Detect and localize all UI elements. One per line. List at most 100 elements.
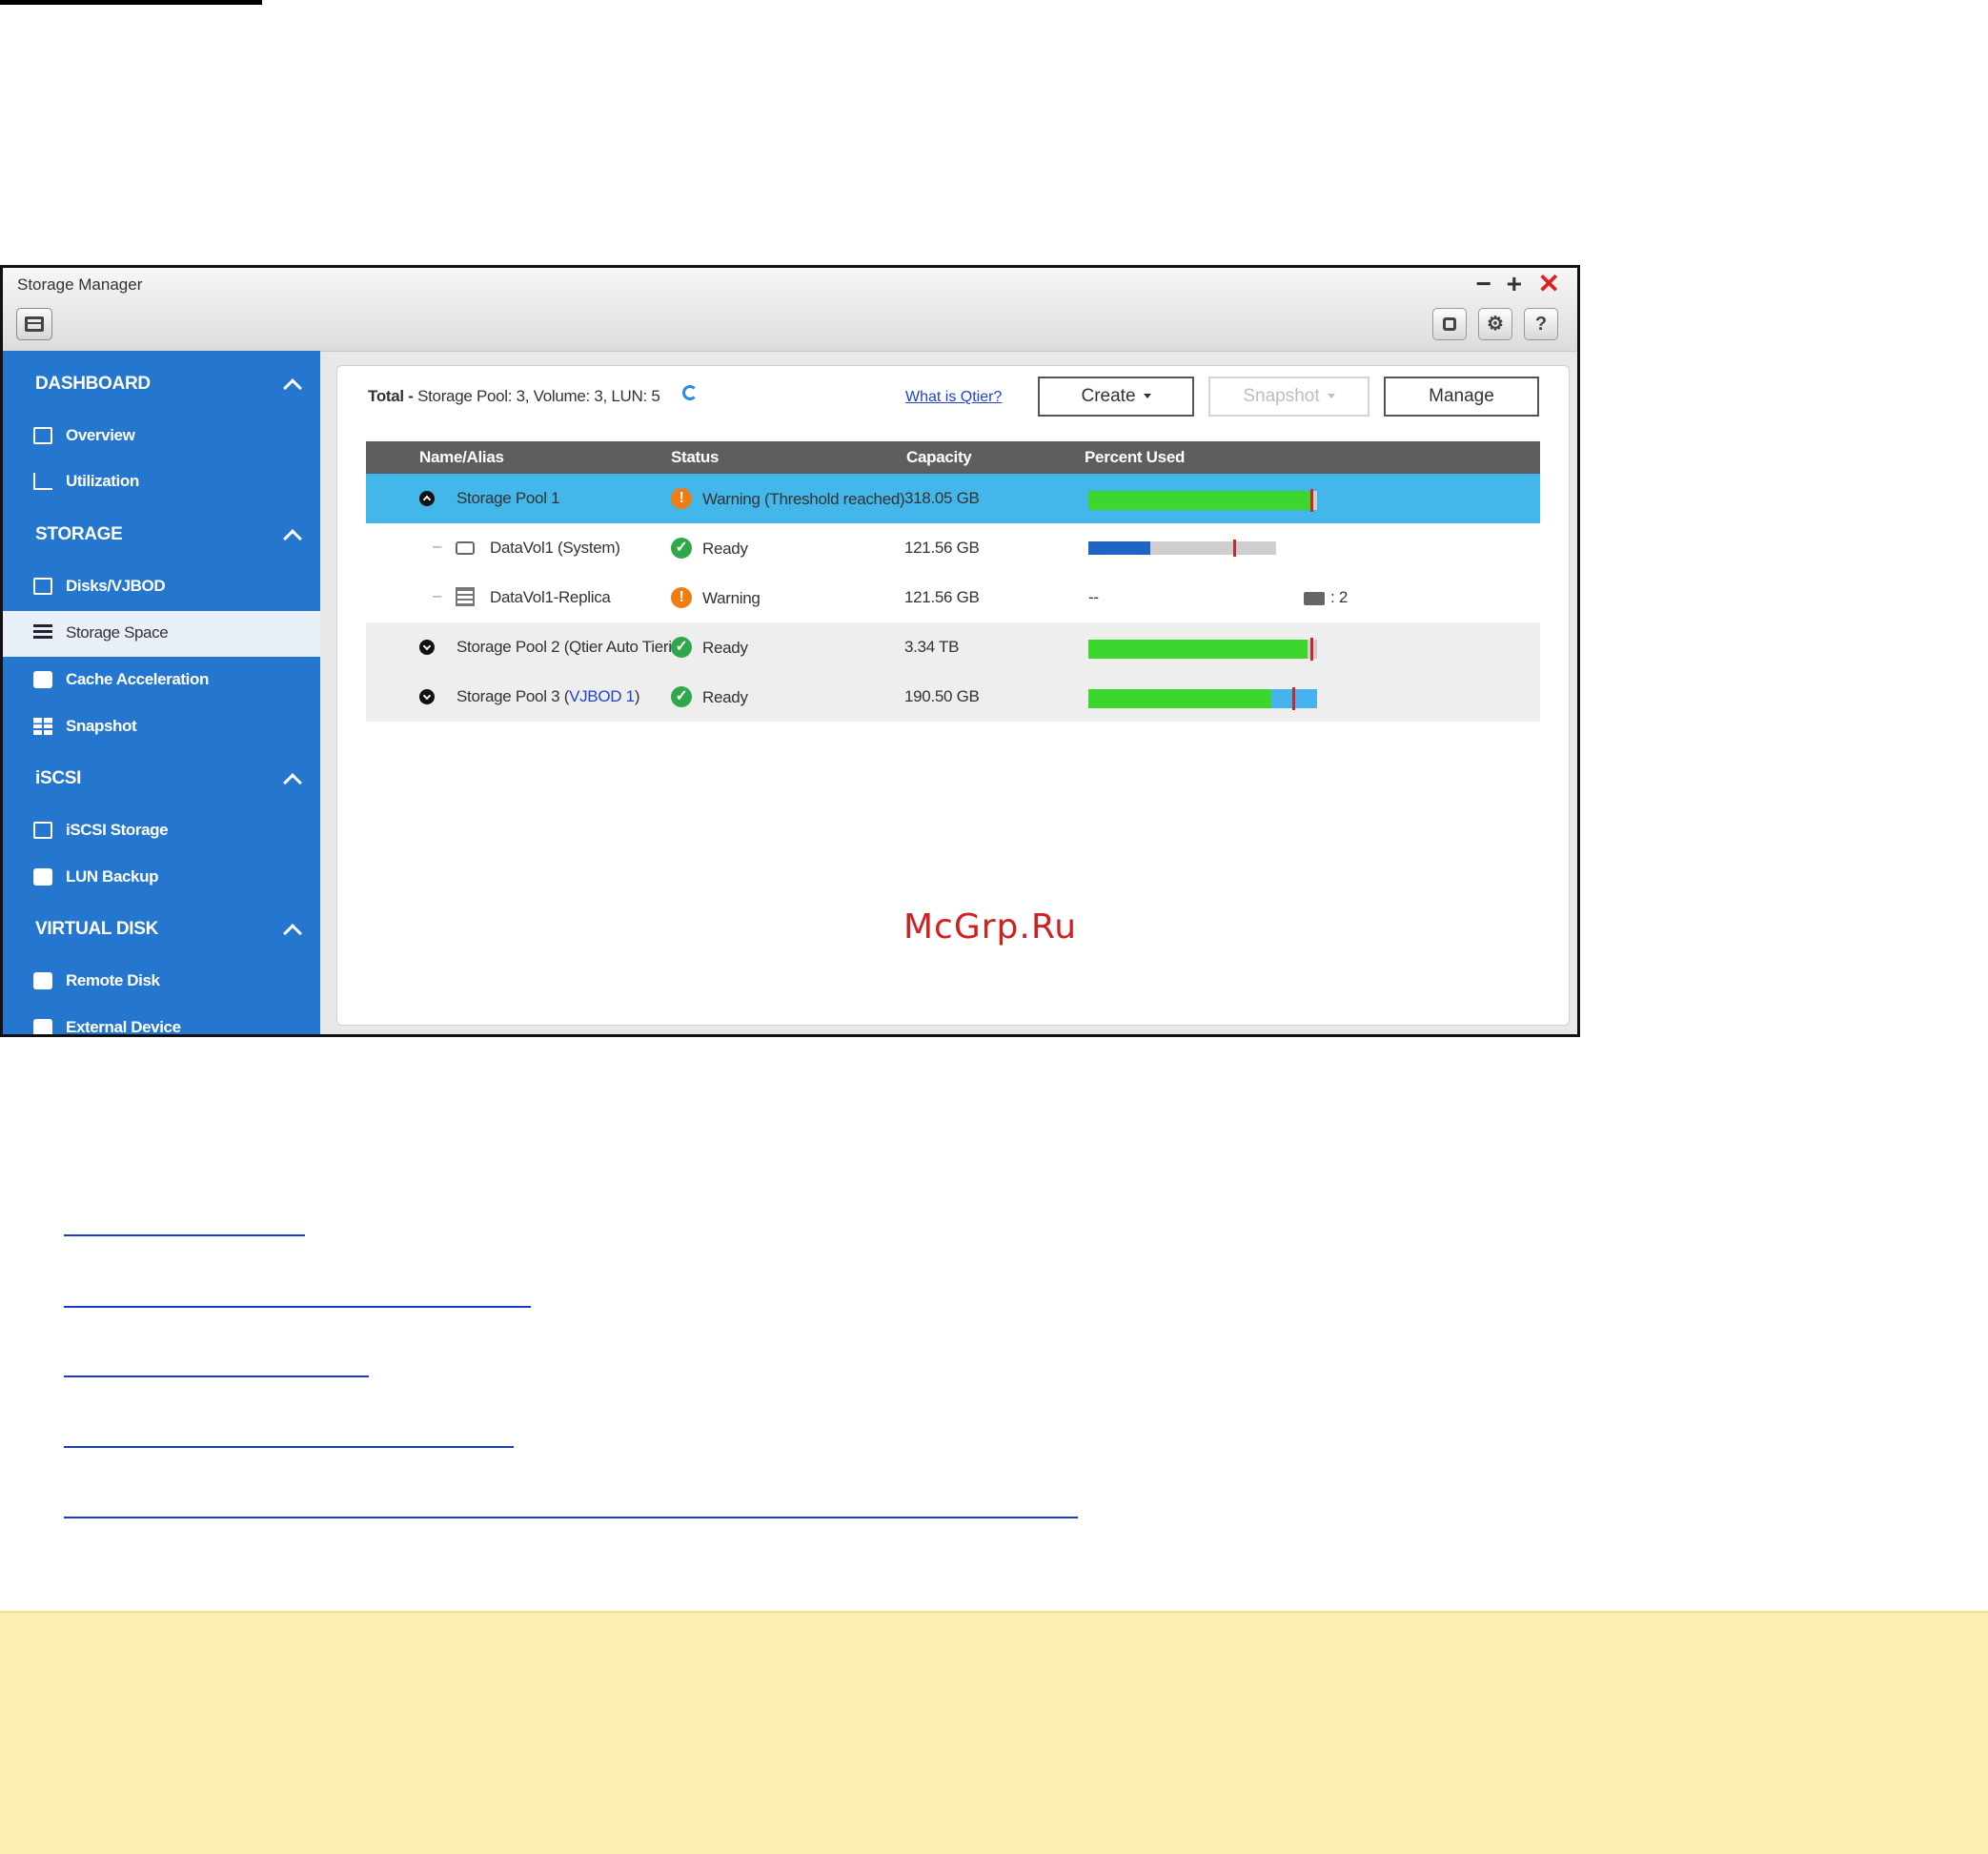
used-fill xyxy=(1088,689,1271,708)
minimize-button[interactable]: − xyxy=(1476,270,1491,298)
lun-backup-icon xyxy=(33,868,52,886)
used-fill xyxy=(1088,491,1310,510)
row-status: Warning (Threshold reached) xyxy=(702,490,904,508)
row-name-suffix: ) xyxy=(634,687,640,705)
threshold-marker xyxy=(1232,540,1236,557)
column-header[interactable]: Name/Alias xyxy=(366,441,671,474)
iscsi-storage-icon xyxy=(33,822,52,839)
tree-dash: – xyxy=(433,537,442,555)
percent-used-bar xyxy=(1088,489,1317,512)
row-capacity: 121.56 GB xyxy=(904,588,980,606)
sidebar-item-overview[interactable]: Overview xyxy=(3,414,320,459)
sidebar-item-cache-acceleration[interactable]: Cache Acceleration xyxy=(3,658,320,703)
sidebar-item-disks-vjbod[interactable]: Disks/VJBOD xyxy=(3,564,320,610)
sidebar-section-iscsi[interactable]: iSCSI xyxy=(35,768,81,789)
table-row[interactable]: – DataVol1 (System) ✓ Ready 121.56 GB xyxy=(366,523,1540,573)
table-row[interactable]: – DataVol1-Replica ! Warning 121.56 GB -… xyxy=(366,573,1540,622)
manage-button-label: Manage xyxy=(1429,386,1494,406)
sidebar-item-snapshot[interactable]: Snapshot xyxy=(3,704,320,750)
help-button[interactable]: ? xyxy=(1524,308,1558,340)
column-header[interactable]: Capacity xyxy=(904,441,1081,474)
snapshot-button[interactable]: Snapshot xyxy=(1208,377,1369,417)
sidebar: DASHBOARD Overview Utilization STORAGE D… xyxy=(3,351,320,1034)
sidebar-item-remote-disk[interactable]: Remote Disk xyxy=(3,959,320,1005)
chevron-up-icon[interactable] xyxy=(283,924,302,943)
camera-icon xyxy=(1304,592,1325,605)
chevron-up-icon[interactable] xyxy=(283,529,302,548)
snapshot-icon xyxy=(33,718,52,735)
watermark: McGrp.Ru xyxy=(903,907,1078,947)
table-row[interactable]: Storage Pool 1 ! Warning (Threshold reac… xyxy=(366,474,1540,523)
sidebar-item-label: Storage Space xyxy=(66,623,169,642)
caret-down-icon xyxy=(1327,394,1335,399)
settings-button[interactable]: ⚙ xyxy=(1478,308,1512,340)
sidebar-item-label: Cache Acceleration xyxy=(66,670,209,688)
expand-icon[interactable] xyxy=(419,689,435,704)
storage-manager-window: Storage Manager − + ✕ ⚙ ? DASHBOARD Over… xyxy=(0,265,1580,1037)
app-menu-icon[interactable] xyxy=(16,308,52,340)
external-device-icon xyxy=(33,1019,52,1034)
sidebar-item-label: External Device xyxy=(66,1018,181,1036)
window-title: Storage Manager xyxy=(17,275,143,294)
sidebar-item-label: Utilization xyxy=(66,472,139,490)
chevron-up-icon[interactable] xyxy=(283,378,302,397)
sidebar-item-storage-space[interactable]: Storage Space xyxy=(3,611,320,657)
sidebar-section-dashboard[interactable]: DASHBOARD xyxy=(35,374,151,395)
sidebar-item-label: LUN Backup xyxy=(66,867,159,886)
row-capacity: 3.34 TB xyxy=(904,638,960,656)
table-row[interactable]: Storage Pool 2 (Qtier Auto Tiering) ✓ Re… xyxy=(366,622,1540,672)
storage-table: Name/Alias Status Capacity Percent Used … xyxy=(366,441,1540,722)
create-button[interactable]: Create xyxy=(1038,377,1194,417)
storage-space-icon xyxy=(33,624,52,642)
sidebar-section-virtual-disk[interactable]: VIRTUAL DISK xyxy=(35,919,158,940)
row-name: DataVol1-Replica xyxy=(490,588,611,606)
check-icon: ✓ xyxy=(671,538,692,559)
what-is-qtier-link[interactable]: What is Qtier? xyxy=(905,389,1002,406)
hyperlink-underline[interactable] xyxy=(64,1517,1078,1518)
hyperlink-underline[interactable] xyxy=(64,1234,305,1236)
row-status: Warning xyxy=(702,589,761,607)
cache-icon xyxy=(33,671,52,688)
collapse-icon[interactable] xyxy=(419,491,435,506)
threshold-marker xyxy=(1310,489,1314,512)
manage-button[interactable]: Manage xyxy=(1384,377,1539,417)
hyperlink-underline[interactable] xyxy=(64,1375,369,1377)
warning-icon: ! xyxy=(671,587,692,608)
row-name: Storage Pool 1 xyxy=(456,489,560,507)
gear-icon: ⚙ xyxy=(1487,314,1504,335)
sidebar-item-external-device[interactable]: External Device xyxy=(3,1006,320,1036)
threshold-marker xyxy=(1310,638,1314,661)
hyperlink-underline[interactable] xyxy=(64,1306,531,1308)
sidebar-item-label: Snapshot xyxy=(66,717,137,735)
utilization-icon xyxy=(33,473,52,490)
sidebar-item-iscsi-storage[interactable]: iSCSI Storage xyxy=(3,808,320,854)
percent-used-bar xyxy=(1088,687,1317,710)
warning-icon: ! xyxy=(671,488,692,509)
external-link-icon xyxy=(1443,317,1456,331)
close-button[interactable]: ✕ xyxy=(1538,270,1560,298)
refresh-icon[interactable] xyxy=(682,385,698,400)
used-fill xyxy=(1088,541,1150,555)
expand-icon[interactable] xyxy=(419,640,435,655)
external-link-button[interactable] xyxy=(1432,308,1467,340)
row-status: Ready xyxy=(702,639,748,657)
used-fill xyxy=(1088,640,1308,659)
table-row[interactable]: Storage Pool 3 (VJBOD 1) ✓ Ready 190.50 … xyxy=(366,672,1540,722)
row-name: Storage Pool 2 (Qtier Auto Tiering) xyxy=(456,638,695,656)
sidebar-item-utilization[interactable]: Utilization xyxy=(3,459,320,505)
chevron-up-icon[interactable] xyxy=(283,773,302,792)
sidebar-item-lun-backup[interactable]: LUN Backup xyxy=(3,855,320,901)
row-capacity: 190.50 GB xyxy=(904,687,980,705)
table-header: Name/Alias Status Capacity Percent Used xyxy=(366,441,1540,474)
summary-label: Total - xyxy=(368,387,414,405)
sidebar-section-storage[interactable]: STORAGE xyxy=(35,524,123,545)
maximize-button[interactable]: + xyxy=(1507,270,1522,298)
row-name-prefix: Storage Pool 3 ( xyxy=(456,687,570,705)
vjbod-link[interactable]: VJBOD 1 xyxy=(569,687,635,705)
threshold-marker xyxy=(1292,687,1295,710)
note-box xyxy=(0,1611,1988,1854)
hyperlink-underline[interactable] xyxy=(64,1446,514,1448)
column-header[interactable]: Percent Used xyxy=(1081,441,1540,474)
summary-text: Storage Pool: 3, Volume: 3, LUN: 5 xyxy=(417,387,660,405)
column-header[interactable]: Status xyxy=(671,441,904,474)
